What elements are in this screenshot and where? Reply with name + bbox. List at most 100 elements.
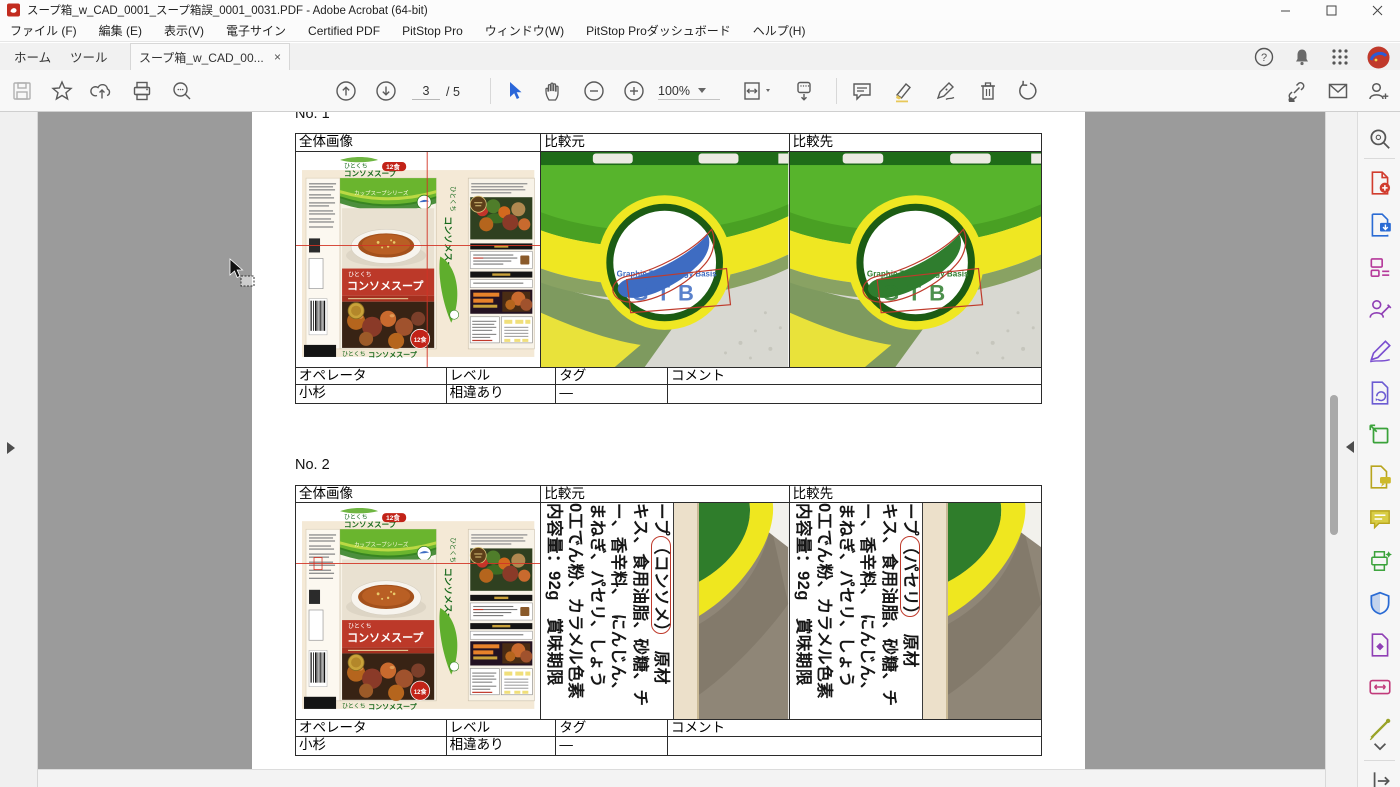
comment-icon[interactable] — [850, 79, 874, 103]
menu-pitstop-pro[interactable]: PitStop Pro — [402, 24, 463, 38]
col-header-compare-target: 比較先 — [790, 134, 1041, 151]
comparison-table-2: 全体画像 比較元 比較先 ープ（コンソメ） 原材 キス、食用油脂、砂糖、チ — [295, 485, 1042, 756]
next-page-icon[interactable] — [374, 79, 398, 103]
ingredient-line: まねぎ、パセリ、しょう — [586, 503, 607, 717]
print-icon[interactable] — [130, 79, 154, 103]
export-pdf-icon[interactable] — [1367, 212, 1393, 238]
collapse-right-pane-icon[interactable] — [1346, 441, 1354, 453]
share-cloud-icon[interactable] — [90, 79, 114, 103]
tab-home[interactable]: ホーム — [14, 43, 51, 70]
comment-tool-icon[interactable] — [1367, 506, 1393, 532]
menu-view[interactable]: 表示(V) — [164, 22, 204, 39]
tab-bar: ホーム ツール スープ箱_w_CAD_00... × ? — [0, 43, 1400, 70]
section-2-number: No. 2 — [295, 457, 330, 473]
scrolling-mode-icon[interactable] — [792, 79, 816, 103]
ingredient-line: ープ（コンソメ） 原材 — [650, 503, 671, 717]
expand-pane-icon[interactable] — [1367, 768, 1393, 787]
ingredient-line: ープ（パセリ） 原材 — [898, 503, 919, 717]
help-icon[interactable]: ? — [1253, 46, 1275, 68]
mouse-cursor — [228, 258, 258, 290]
fit-width-icon[interactable] — [740, 79, 774, 103]
rotate-icon[interactable] — [1016, 79, 1040, 103]
ingredient-line: まねぎ、パセリ、しょう — [834, 503, 855, 717]
ingredient-line: 0工でん粉、カラメル色素 — [564, 503, 585, 717]
menu-help[interactable]: ヘルプ(H) — [753, 22, 806, 39]
save-icon[interactable] — [10, 79, 34, 103]
highlight-icon[interactable] — [892, 79, 916, 103]
toolbar: / 5 100% — [0, 70, 1400, 112]
menu-esign[interactable]: 電子サイン — [226, 22, 286, 39]
protect-icon[interactable] — [1367, 590, 1393, 616]
measure-icon[interactable] — [1367, 716, 1393, 742]
crop-pages-icon[interactable] — [1367, 422, 1393, 448]
acrobat-window: { "titlebar": { "title": "スープ箱_w_CAD_000… — [0, 0, 1400, 787]
scrollbar-thumb[interactable] — [1330, 395, 1338, 535]
sign-icon[interactable] — [934, 79, 958, 103]
ingredient-line: 内容量：92g 賞味期限 — [543, 503, 564, 717]
meta-header-level: レベル — [447, 368, 557, 384]
meta-value-comment — [668, 737, 1041, 755]
email-icon[interactable] — [1326, 79, 1350, 103]
meta-header-comment: コメント — [668, 368, 1041, 384]
add-user-icon[interactable] — [1366, 79, 1390, 103]
col-header-whole-image: 全体画像 — [296, 134, 541, 151]
page-total: / 5 — [446, 85, 460, 99]
menu-pitstop-dashboard[interactable]: PitStop Proダッシュボード — [586, 22, 731, 39]
previous-page-icon[interactable] — [334, 79, 358, 103]
meta-header-tag: タグ — [556, 368, 668, 384]
more-tools-chevron-icon[interactable] — [1367, 740, 1393, 754]
scan-ocr-icon[interactable] — [1367, 548, 1393, 574]
vertical-scrollbar — [1325, 112, 1357, 787]
fill-sign-icon[interactable] — [1367, 338, 1393, 364]
maximize-button[interactable] — [1308, 0, 1354, 20]
section-2-source-crop: ープ（コンソメ） 原材 キス、食用油脂、砂糖、チ ー、香辛料、 にんじん、 まね… — [541, 503, 789, 719]
horizontal-scrollbar[interactable] — [38, 769, 1325, 787]
meta-value-level: 相違あり — [447, 737, 557, 755]
request-signatures-icon[interactable] — [1367, 296, 1393, 322]
notifications-bell-icon[interactable] — [1291, 46, 1313, 68]
ingredient-line: キス、食用油脂、砂糖、チ — [877, 503, 898, 717]
prepare-form-icon[interactable] — [1367, 674, 1393, 700]
menu-certified-pdf[interactable]: Certified PDF — [308, 24, 380, 38]
meta-value-level: 相違あり — [447, 385, 557, 403]
share-link-icon[interactable] — [1284, 79, 1308, 103]
zoom-out-icon[interactable] — [582, 79, 606, 103]
search-tools-icon[interactable] — [1367, 126, 1393, 152]
title-bar: スープ箱_w_CAD_0001_スープ箱誤_0001_0031.PDF - Ad… — [0, 0, 1400, 20]
svg-text:?: ? — [1261, 52, 1267, 64]
col-header-compare-target: 比較先 — [790, 486, 1041, 502]
review-file-icon[interactable] — [1367, 464, 1393, 490]
comparison-table-1: 全体画像 比較元 比較先 オペレータ レベル タグ コメント — [295, 133, 1042, 404]
minimize-button[interactable] — [1262, 0, 1308, 20]
tab-tools[interactable]: ツール — [70, 43, 108, 70]
expand-left-panel-icon[interactable] — [7, 442, 15, 454]
menu-window[interactable]: ウィンドウ(W) — [485, 22, 564, 39]
ingredient-line: ー、香辛料、 にんじん、 — [855, 503, 876, 717]
select-tool-icon[interactable] — [502, 79, 526, 103]
compress-pdf-icon[interactable] — [1367, 632, 1393, 658]
tab-document[interactable]: スープ箱_w_CAD_00... × — [130, 43, 290, 70]
search-icon[interactable] — [170, 79, 194, 103]
tab-close-icon[interactable]: × — [274, 50, 281, 64]
left-panel-strip — [0, 112, 38, 787]
close-button[interactable] — [1354, 0, 1400, 20]
zoom-in-icon[interactable] — [622, 79, 646, 103]
acrobat-app-icon — [7, 3, 21, 17]
user-avatar[interactable] — [1367, 46, 1390, 69]
organize-pages-icon[interactable] — [1367, 254, 1393, 280]
menu-edit[interactable]: 編集 (E) — [99, 22, 142, 39]
zoom-level-select[interactable]: 100% — [658, 82, 720, 100]
delete-icon[interactable] — [976, 79, 1000, 103]
ingredient-line: 内容量：92g 賞味期限 — [791, 503, 812, 717]
meta-header-tag: タグ — [556, 720, 668, 736]
hand-tool-icon[interactable] — [542, 79, 566, 103]
menu-bar: ファイル (F) 編集 (E) 表示(V) 電子サイン Certified PD… — [0, 20, 1400, 42]
create-pdf-icon[interactable] — [1367, 170, 1393, 196]
tools-sidebar — [1357, 112, 1400, 787]
meta-value-operator: 小杉 — [296, 385, 447, 403]
app-grid-icon[interactable] — [1329, 46, 1351, 68]
page-number-input[interactable] — [412, 82, 440, 100]
send-for-review-icon[interactable] — [1367, 380, 1393, 406]
menu-file[interactable]: ファイル (F) — [10, 22, 77, 39]
star-icon[interactable] — [50, 79, 74, 103]
